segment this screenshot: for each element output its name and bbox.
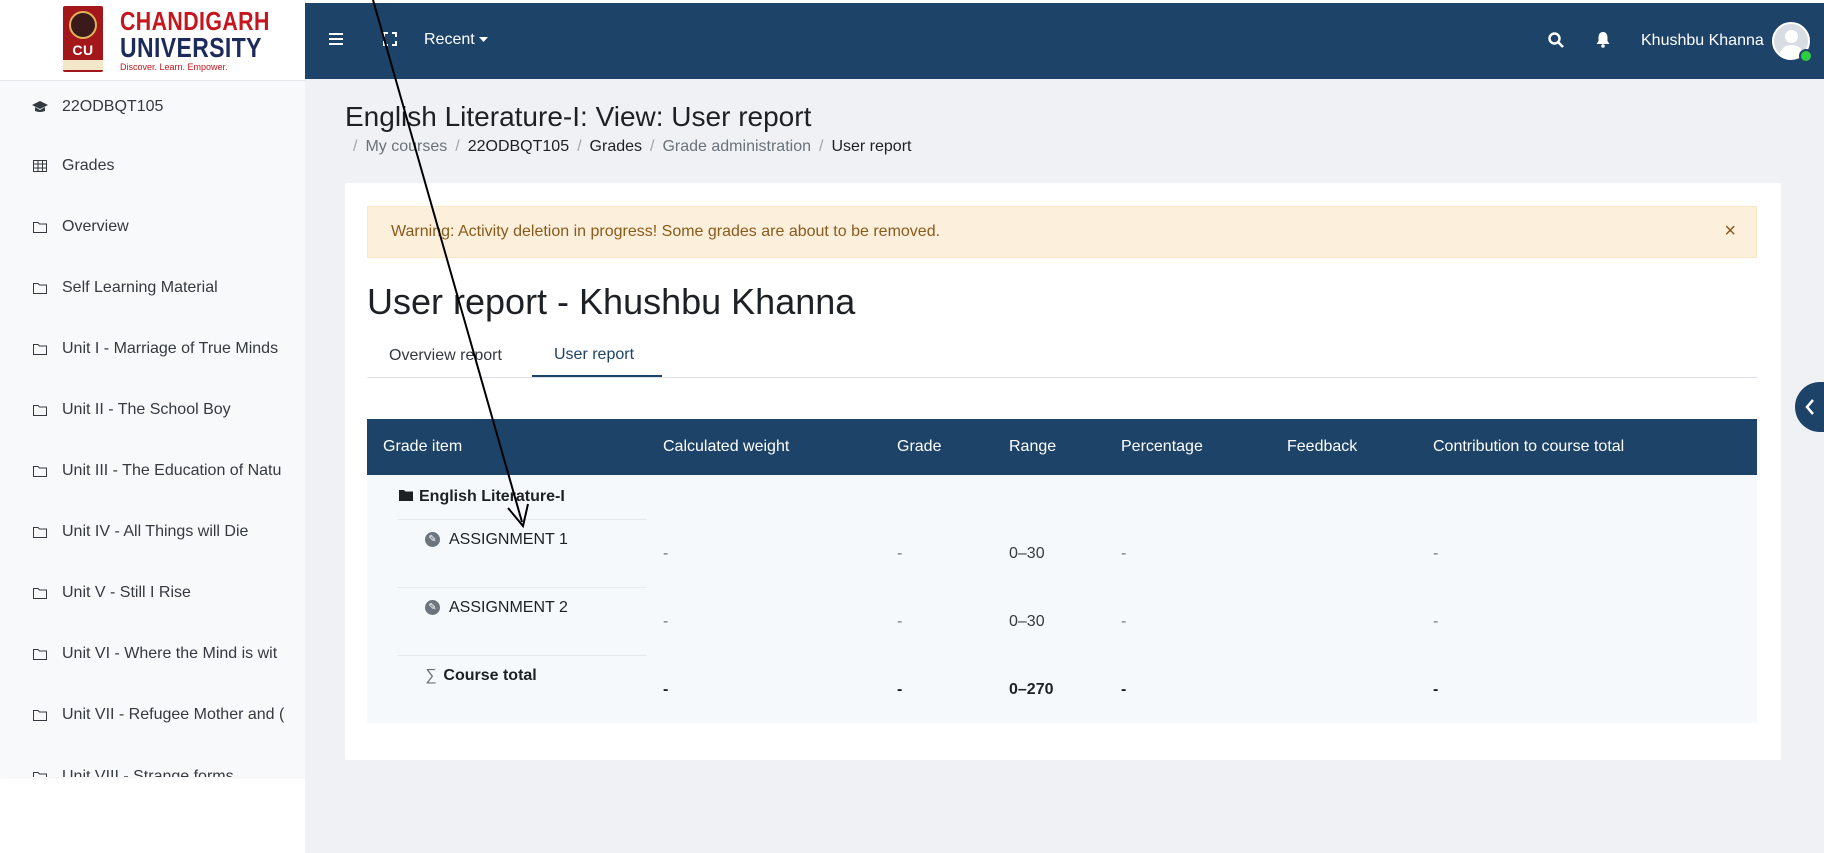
folder-icon [31,342,49,356]
col-header-calculated-weight: Calculated weight [663,438,790,455]
col-header-percentage: Percentage [1121,438,1203,455]
sidebar-item-unit-5[interactable]: Unit V - Still I Rise [0,573,305,613]
table-row-category: English Literature-I [367,475,1757,519]
user-menu[interactable]: Khushbu Khanna [1641,32,1764,50]
col-header-range: Range [1009,438,1057,455]
recent-dropdown[interactable]: Recent [424,31,488,49]
folder-icon [31,281,49,295]
table-row: ✎ ASSIGNMENT 1 - - 0–30 - - [367,519,1757,587]
grade-item-assignment-2[interactable]: ✎ ASSIGNMENT 2 [425,599,568,617]
grade-item-assignment-1[interactable]: ✎ ASSIGNMENT 1 [425,531,568,549]
logo-text-line2: UNIVERSITY [120,32,262,63]
sidebar-item-unit-2[interactable]: Unit II - The School Boy [0,390,305,430]
report-card: Warning: Activity deletion in progress! … [345,183,1781,760]
col-header-feedback: Feedback [1287,438,1358,455]
sidebar-item-course[interactable]: 22ODBQT105 [0,87,305,127]
sidebar-item-unit-1[interactable]: Unit I - Marriage of True Minds [0,329,305,369]
manual-grade-icon: ✎ [425,600,440,616]
col-header-grade: Grade [897,438,942,455]
breadcrumb-grades[interactable]: Grades [590,138,642,156]
sidebar-item-unit-7[interactable]: Unit VII - Refugee Mother and ( [0,695,305,735]
manual-grade-icon: ✎ [425,532,440,548]
category-name[interactable]: English Literature-I [419,488,565,505]
table-header: Grade item Calculated weight Grade Range… [367,419,1757,475]
logo-tagline: Discover. Learn. Empower. [120,62,228,72]
search-icon[interactable] [1548,32,1564,48]
folder-icon [31,525,49,539]
close-icon[interactable]: × [1724,221,1736,241]
table-icon [31,159,49,173]
hamburger-icon[interactable] [329,32,345,46]
folder-icon [31,770,49,777]
online-status-dot [1799,49,1813,63]
bell-icon[interactable] [1595,31,1611,48]
main-content: English Literature-I: View: User report … [305,79,1824,853]
sidebar-item-unit-4[interactable]: Unit IV - All Things will Die [0,512,305,552]
sidebar-item-unit-3[interactable]: Unit III - The Education of Natu [0,451,305,491]
fullscreen-icon[interactable] [383,32,397,46]
graduation-cap-icon [31,100,49,114]
folder-icon [31,403,49,417]
page-title: English Literature-I: View: User report [345,101,812,132]
sidebar-item-self-learning[interactable]: Self Learning Material [0,268,305,308]
sidebar-item-overview[interactable]: Overview [0,207,305,247]
sigma-icon: ∑ [425,667,437,684]
course-total-label: ∑ Course total [425,667,537,684]
site-logo[interactable]: CU CHANDIGARH UNIVERSITY Discover. Learn… [0,0,305,81]
breadcrumb-course[interactable]: 22ODBQT105 [468,138,569,156]
col-header-contribution: Contribution to course total [1433,438,1625,455]
table-row: ✎ ASSIGNMENT 2 - - 0–30 - - [367,587,1757,655]
warning-text: Warning: Activity deletion in progress! … [391,223,941,240]
tab-overview-report[interactable]: Overview report [367,335,532,376]
folder-icon [31,708,49,722]
sidebar-item-unit-8[interactable]: Unit VIII - Strange forms [0,757,305,777]
folder-icon [399,488,413,506]
folder-icon [31,586,49,600]
folder-icon [31,220,49,234]
university-emblem: CU [63,6,103,72]
top-navbar: Recent Khushbu Khanna [305,3,1824,79]
breadcrumb-user-report[interactable]: User report [831,138,911,156]
col-header-grade-item: Grade item [383,438,463,455]
breadcrumb: / My courses / 22ODBQT105 / Grades / Gra… [353,138,912,156]
folder-icon [31,647,49,661]
warning-alert: Warning: Activity deletion in progress! … [367,206,1757,258]
breadcrumb-grade-administration[interactable]: Grade administration [662,138,811,156]
table-row-course-total: ∑ Course total - - 0–270 - - [367,655,1757,723]
folder-icon [31,464,49,478]
breadcrumb-my-courses[interactable]: My courses [365,138,447,156]
sidebar-item-grades[interactable]: Grades [0,146,305,186]
report-heading: User report - Khushbu Khanna [367,281,856,322]
sidebar-item-unit-6[interactable]: Unit VI - Where the Mind is wit [0,634,305,674]
tab-user-report[interactable]: User report [532,335,662,377]
caret-down-icon [478,37,488,43]
report-tabs: Overview report User report [367,335,1757,378]
course-index-sidebar: CU CHANDIGARH UNIVERSITY Discover. Learn… [0,0,306,777]
